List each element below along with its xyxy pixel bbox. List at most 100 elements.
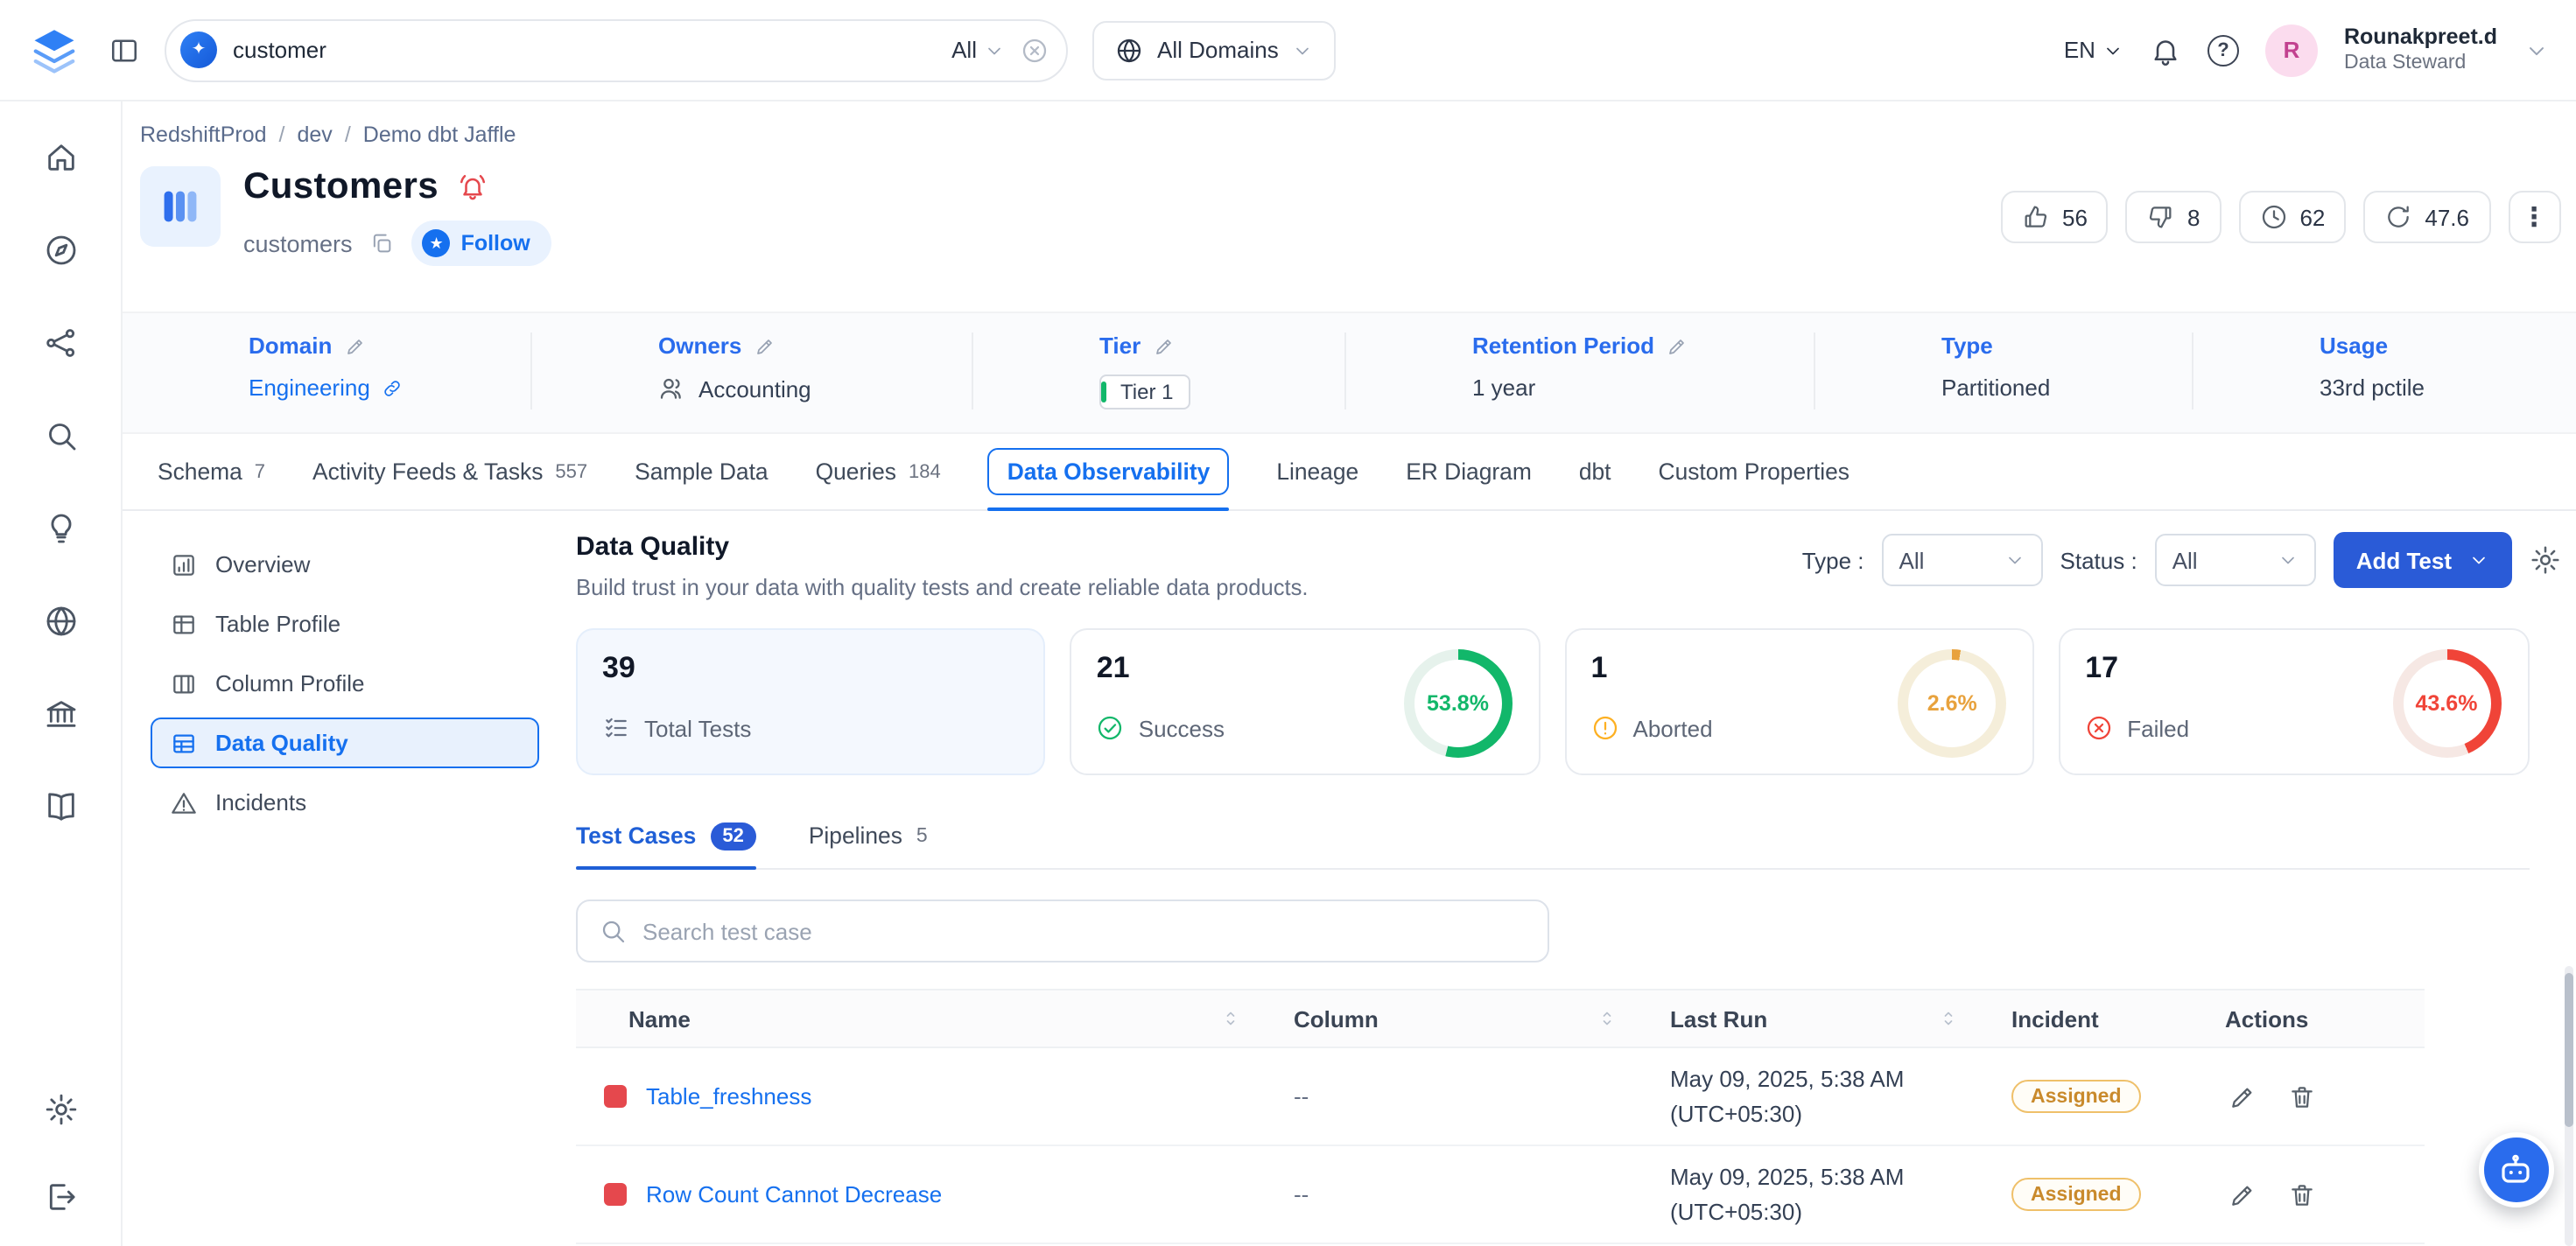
explore-compass-icon[interactable] [43, 233, 78, 268]
downvote-button[interactable]: 8 [2126, 191, 2221, 243]
tab-er-diagram[interactable]: ER Diagram [1406, 434, 1532, 509]
tab-schema[interactable]: Schema7 [158, 434, 265, 509]
global-search-input[interactable] [233, 37, 936, 63]
meta-owners: Owners Accounting [532, 332, 973, 410]
header-last-run[interactable]: Last Run [1653, 990, 1994, 1046]
delete-test-icon[interactable] [2288, 1180, 2316, 1208]
subnav-item-table-profile[interactable]: Table Profile [151, 598, 539, 649]
tab-data-observability[interactable]: Data Observability [988, 434, 1230, 509]
tab-activity-feeds[interactable]: Activity Feeds & Tasks557 [312, 434, 587, 509]
app-root: ✦ All All Domains EN ? R [0, 0, 2576, 1246]
tab-queries[interactable]: Queries184 [816, 434, 941, 509]
user-menu-chevron-icon[interactable] [2523, 38, 2548, 62]
help-icon[interactable]: ? [2207, 34, 2239, 66]
sort-icon[interactable] [1597, 1008, 1618, 1029]
more-options-button[interactable]: ⋮ [2508, 191, 2560, 243]
test-case-search-input[interactable] [642, 918, 1527, 944]
user-menu[interactable]: Rounakpreet.d Data Steward [2344, 24, 2497, 76]
subnav-item-incidents[interactable]: Incidents [151, 777, 539, 828]
status-filter-label: Status : [2060, 547, 2137, 573]
copy-icon[interactable] [370, 231, 395, 256]
owners-label: Owners [658, 332, 741, 359]
dq-settings-gear-icon[interactable] [2529, 544, 2560, 576]
section-subtitle: Build trust in your data with quality te… [576, 574, 1309, 600]
owners-value[interactable]: Accounting [698, 375, 811, 402]
test-case-link[interactable]: Row Count Cannot Decrease [646, 1181, 942, 1208]
domains-globe-icon[interactable] [43, 604, 78, 639]
chat-assistant-button[interactable] [2478, 1132, 2553, 1208]
home-icon[interactable] [43, 140, 78, 175]
test-case-search[interactable] [576, 900, 1549, 962]
edit-retention-icon[interactable] [1667, 335, 1688, 356]
insights-bulb-icon[interactable] [43, 511, 78, 546]
upvote-button[interactable]: 56 [2001, 191, 2109, 243]
metadata-band: Domain Engineering Owners Accounting [123, 312, 2576, 434]
subnav-item-overview[interactable]: Overview [151, 539, 539, 590]
alert-bell-icon[interactable] [456, 172, 488, 203]
search-scope-select[interactable]: All [951, 37, 1005, 63]
globe-icon [1115, 36, 1143, 64]
subnav-item-column-profile[interactable]: Column Profile [151, 658, 539, 709]
tab-custom-properties[interactable]: Custom Properties [1659, 434, 1850, 509]
breadcrumb-service[interactable]: RedshiftProd [140, 122, 267, 147]
table-row: Row Count Cannot Decrease -- May 09, 202… [576, 1146, 2425, 1244]
tab-sample-data[interactable]: Sample Data [635, 434, 768, 509]
incident-status-badge: Assigned [2011, 1080, 2141, 1113]
avatar[interactable]: R [2265, 24, 2318, 76]
domains-filter-button[interactable]: All Domains [1092, 20, 1337, 80]
tab-test-cases[interactable]: Test Cases 52 [576, 803, 756, 868]
domains-filter-label: All Domains [1157, 37, 1279, 63]
test-tabs: Test Cases 52 Pipelines 5 [576, 803, 2529, 870]
glossary-book-icon[interactable] [43, 789, 78, 824]
sidebar-toggle-button[interactable] [109, 34, 140, 66]
tier-badge: Tier 1 [1099, 374, 1190, 410]
table-header-row: Name Column Last Run Incident Actions [576, 989, 2425, 1048]
test-case-link[interactable]: Table_freshness [646, 1083, 811, 1110]
global-search-bar[interactable]: ✦ All [165, 18, 1068, 81]
edit-owners-icon[interactable] [754, 335, 775, 356]
status-filter-select[interactable]: All [2155, 534, 2316, 586]
type-filter-label: Type : [1802, 547, 1864, 573]
domain-value-link[interactable]: Engineering [249, 374, 370, 401]
add-test-button[interactable]: Add Test [2334, 532, 2511, 588]
tab-pipelines[interactable]: Pipelines 5 [809, 803, 928, 868]
edit-test-icon[interactable] [2229, 1180, 2257, 1208]
score-button[interactable]: 47.6 [2363, 191, 2490, 243]
meta-type: Type Partitioned [1815, 332, 2193, 410]
retention-label: Retention Period [1472, 332, 1654, 359]
follow-button[interactable]: ★ Follow [412, 220, 551, 266]
logout-icon[interactable] [43, 1180, 78, 1214]
header-column[interactable]: Column [1276, 990, 1653, 1046]
status-failed-square [604, 1183, 627, 1206]
incidents-warning-icon [170, 788, 198, 816]
left-rail [0, 102, 123, 1246]
delete-test-icon[interactable] [2288, 1082, 2316, 1110]
observability-search-icon[interactable] [43, 418, 78, 453]
warning-circle-icon [1591, 714, 1619, 742]
views-button[interactable]: 62 [2238, 191, 2346, 243]
settings-gear-icon[interactable] [43, 1092, 78, 1127]
column-value: -- [1276, 1083, 1653, 1110]
sort-icon[interactable] [1938, 1008, 1959, 1029]
edit-domain-icon[interactable] [344, 335, 365, 356]
tab-dbt[interactable]: dbt [1579, 434, 1611, 509]
edit-test-icon[interactable] [2229, 1082, 2257, 1110]
type-filter-select[interactable]: All [1882, 534, 2043, 586]
sort-icon[interactable] [1220, 1008, 1241, 1029]
tab-lineage[interactable]: Lineage [1276, 434, 1358, 509]
search-clear-button[interactable] [1021, 36, 1049, 64]
notifications-bell-icon[interactable] [2150, 34, 2181, 66]
total-tests-value: 39 [602, 651, 1020, 686]
subnav-item-data-quality[interactable]: Data Quality [151, 718, 539, 768]
govern-bank-icon[interactable] [43, 696, 78, 732]
thumbs-down-icon [2147, 203, 2175, 231]
chevron-down-icon [1293, 39, 1314, 60]
user-role: Data Steward [2344, 51, 2497, 76]
scrollbar-thumb[interactable] [2564, 973, 2572, 1127]
header-name[interactable]: Name [576, 990, 1276, 1046]
language-select[interactable]: EN [2064, 37, 2123, 63]
breadcrumb-schema[interactable]: dev [298, 122, 333, 147]
lineage-network-icon[interactable] [43, 326, 78, 360]
edit-tier-icon[interactable] [1153, 335, 1174, 356]
app-logo-icon[interactable] [25, 20, 84, 80]
